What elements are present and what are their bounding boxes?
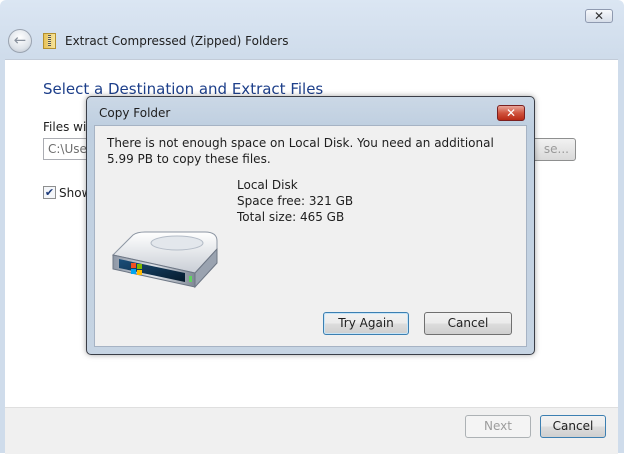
- error-message: There is not enough space on Local Disk.…: [107, 136, 494, 166]
- back-arrow-icon: ←: [13, 31, 27, 49]
- wizard-close-button[interactable]: ✕: [585, 9, 613, 23]
- try-again-button[interactable]: Try Again: [323, 312, 409, 335]
- checkmark-icon: ✔: [44, 186, 55, 199]
- next-button[interactable]: Next: [465, 415, 531, 438]
- zip-folder-icon: [43, 33, 56, 49]
- wizard-title: Extract Compressed (Zipped) Folders: [65, 34, 289, 48]
- wizard-footer: Next Cancel: [5, 407, 618, 454]
- back-button[interactable]: ←: [8, 29, 32, 53]
- disk-total-size: Total size: 465 GB: [237, 210, 345, 224]
- disk-info: Local Disk Space free: 321 GB Total size…: [237, 177, 353, 225]
- cancel-button[interactable]: Cancel: [540, 415, 606, 438]
- hard-drive-icon: [112, 231, 218, 289]
- dialog-close-button[interactable]: ✕: [497, 105, 525, 121]
- disk-name: Local Disk: [237, 178, 298, 192]
- show-files-checkbox[interactable]: ✔: [43, 186, 56, 199]
- dialog-cancel-button[interactable]: Cancel: [424, 312, 512, 335]
- dialog-title: Copy Folder: [99, 106, 171, 120]
- disk-space-free: Space free: 321 GB: [237, 194, 354, 208]
- copy-folder-dialog: Copy Folder ✕ There is not enough space …: [86, 96, 535, 355]
- dialog-body: There is not enough space on Local Disk.…: [94, 125, 527, 347]
